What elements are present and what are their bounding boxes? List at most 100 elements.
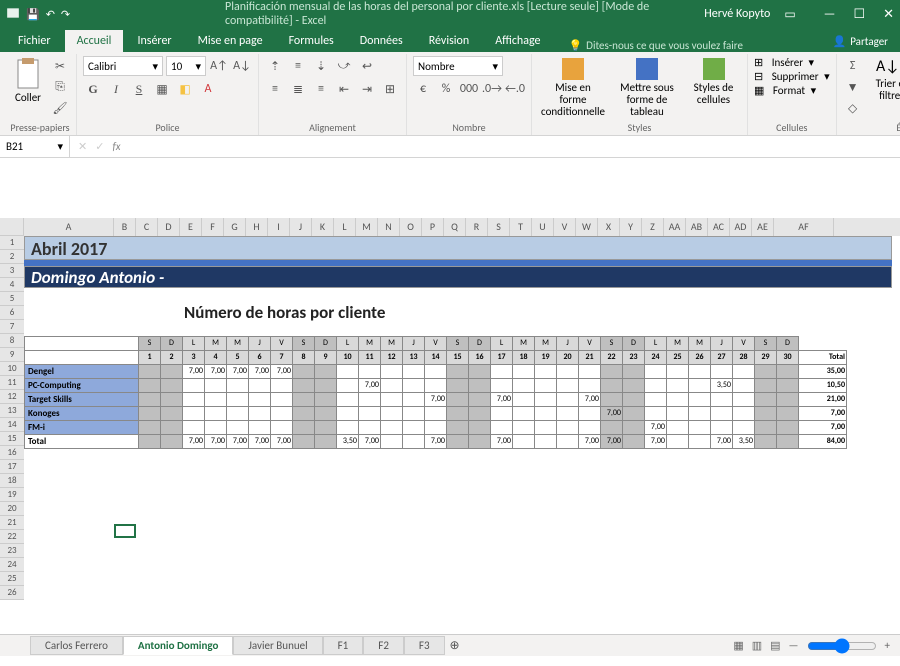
col-header[interactable]: X: [598, 218, 620, 236]
tab-home[interactable]: Accueil: [65, 30, 124, 52]
tab-data[interactable]: Données: [348, 30, 415, 52]
row-header[interactable]: 14: [0, 418, 24, 432]
orientation-icon[interactable]: ⤻: [334, 56, 354, 76]
col-header[interactable]: G: [224, 218, 246, 236]
bold-button[interactable]: G: [83, 79, 103, 99]
row-header[interactable]: 26: [0, 586, 24, 600]
align-bottom-icon[interactable]: ⇣: [311, 56, 331, 76]
maximize-button[interactable]: ☐: [853, 7, 865, 22]
indent-inc-icon[interactable]: ⇥: [357, 79, 377, 99]
cut-icon[interactable]: ✂: [50, 56, 70, 76]
shrink-font-icon[interactable]: A↓: [232, 56, 252, 76]
sheet-tab[interactable]: F1: [323, 636, 364, 655]
col-header[interactable]: N: [378, 218, 400, 236]
col-header[interactable]: F: [202, 218, 224, 236]
col-header[interactable]: S: [488, 218, 510, 236]
align-top-icon[interactable]: ⇡: [265, 56, 285, 76]
ribbon-options-icon[interactable]: ▭: [784, 7, 795, 22]
row-header[interactable]: 24: [0, 558, 24, 572]
row-header[interactable]: 3: [0, 264, 24, 278]
row-header[interactable]: 10: [0, 362, 24, 376]
col-header[interactable]: A: [24, 218, 114, 236]
row-header[interactable]: 16: [0, 446, 24, 460]
insert-cells-button[interactable]: ⊞ Insérer ▾: [754, 56, 814, 69]
grow-font-icon[interactable]: A↑: [209, 56, 229, 76]
row-headers[interactable]: 1234567891011121314151617181920212223242…: [0, 236, 24, 600]
cell-styles-button[interactable]: Styles de cellules: [686, 56, 741, 108]
sheet-tab[interactable]: F2: [363, 636, 404, 655]
merge-icon[interactable]: ⊞: [380, 79, 400, 99]
col-header[interactable]: J: [290, 218, 312, 236]
cancel-icon[interactable]: ✕: [78, 140, 87, 153]
indent-dec-icon[interactable]: ⇤: [334, 79, 354, 99]
wrap-text-icon[interactable]: ↩: [357, 56, 377, 76]
row-header[interactable]: 4: [0, 278, 24, 292]
font-color-icon[interactable]: A: [198, 79, 218, 99]
close-button[interactable]: ✕: [883, 7, 894, 22]
col-header[interactable]: P: [422, 218, 444, 236]
align-center-icon[interactable]: ≣: [288, 79, 308, 99]
redo-icon[interactable]: ↷: [61, 8, 70, 21]
col-header[interactable]: Y: [620, 218, 642, 236]
row-header[interactable]: 15: [0, 432, 24, 446]
row-header[interactable]: 11: [0, 376, 24, 390]
share-button[interactable]: 👤Partager: [821, 31, 900, 52]
autosum-icon[interactable]: Σ: [843, 56, 863, 76]
clear-icon[interactable]: ◇: [843, 98, 863, 118]
font-size-select[interactable]: 10▾: [166, 56, 206, 76]
minimize-button[interactable]: —: [824, 7, 836, 22]
col-header[interactable]: AC: [708, 218, 730, 236]
col-header[interactable]: AF: [774, 218, 834, 236]
comma-icon[interactable]: 000: [459, 79, 479, 99]
percent-icon[interactable]: %: [436, 79, 456, 99]
select-all-corner[interactable]: [0, 218, 24, 236]
col-header[interactable]: M: [356, 218, 378, 236]
enter-icon[interactable]: ✓: [95, 140, 104, 153]
page-layout-icon[interactable]: ▥: [752, 639, 762, 652]
copy-icon[interactable]: ⎘: [50, 77, 70, 97]
col-header[interactable]: T: [510, 218, 532, 236]
user-name[interactable]: Hervé Kopyto: [704, 7, 770, 21]
row-header[interactable]: 6: [0, 306, 24, 320]
row-header[interactable]: 7: [0, 320, 24, 334]
col-header[interactable]: AA: [664, 218, 686, 236]
page-break-icon[interactable]: ▤: [770, 639, 780, 652]
sheet-tab[interactable]: Antonio Domingo: [123, 636, 234, 655]
tell-me[interactable]: 💡Dites-nous ce que vous voulez faire: [568, 39, 743, 52]
tab-file[interactable]: Fichier: [6, 30, 63, 52]
sheet-tab[interactable]: Javier Bunuel: [233, 636, 322, 655]
grid[interactable]: Abril 2017Domingo Antonio -Número de hor…: [24, 236, 892, 656]
undo-icon[interactable]: ↶: [46, 8, 55, 21]
sort-filter-button[interactable]: A↓ZTrier et filtrer: [867, 56, 900, 104]
tab-insert[interactable]: Insérer: [125, 30, 183, 52]
row-header[interactable]: 23: [0, 544, 24, 558]
paste-button[interactable]: Coller: [10, 56, 46, 106]
hours-table[interactable]: SDLMMJVSDLMMJVSDLMMJVSDLMMJVSD1234567891…: [24, 336, 847, 449]
col-header[interactable]: E: [180, 218, 202, 236]
col-header[interactable]: K: [312, 218, 334, 236]
col-header[interactable]: AD: [730, 218, 752, 236]
underline-button[interactable]: S: [129, 79, 149, 99]
row-header[interactable]: 2: [0, 250, 24, 264]
row-header[interactable]: 22: [0, 530, 24, 544]
normal-view-icon[interactable]: ▦: [733, 639, 743, 652]
column-headers[interactable]: ABCDEFGHIJKLMNOPQRSTUVWXYZAAABACADAEAF: [24, 218, 900, 236]
row-header[interactable]: 1: [0, 236, 24, 250]
sheet-tab[interactable]: F3: [404, 636, 445, 655]
new-sheet-icon[interactable]: ⊕: [445, 636, 465, 656]
align-middle-icon[interactable]: ≡: [288, 56, 308, 76]
row-header[interactable]: 20: [0, 502, 24, 516]
format-cells-button[interactable]: ▦ Format ▾: [754, 84, 816, 97]
decrease-decimal-icon[interactable]: ←.0: [505, 79, 525, 99]
fill-color-icon[interactable]: ◧: [175, 79, 195, 99]
zoom-slider[interactable]: [807, 638, 877, 654]
number-format-select[interactable]: Nombre▾: [413, 56, 503, 76]
row-header[interactable]: 12: [0, 390, 24, 404]
row-header[interactable]: 8: [0, 334, 24, 348]
row-header[interactable]: 18: [0, 474, 24, 488]
col-header[interactable]: R: [466, 218, 488, 236]
col-header[interactable]: C: [136, 218, 158, 236]
fill-icon[interactable]: ▼: [843, 77, 863, 97]
col-header[interactable]: L: [334, 218, 356, 236]
borders-icon[interactable]: ▦: [152, 79, 172, 99]
